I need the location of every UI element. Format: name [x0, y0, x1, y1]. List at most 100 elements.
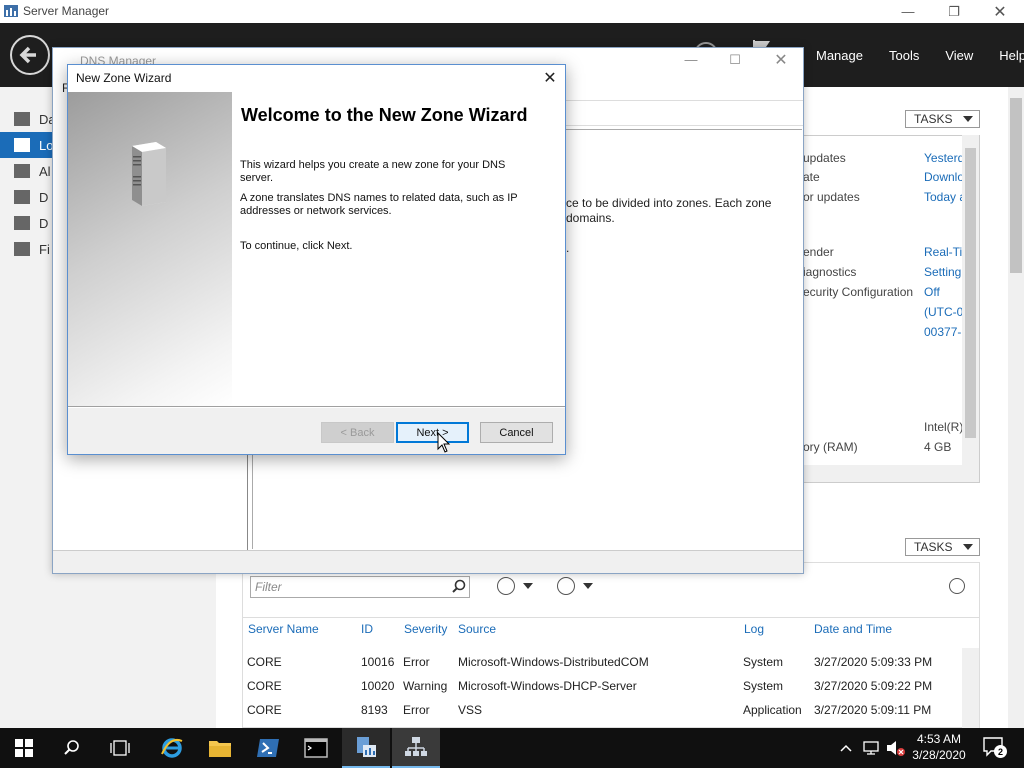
menu-manage[interactable]: Manage: [803, 48, 876, 63]
network-icon[interactable]: [862, 739, 880, 757]
dns-content-text: domains.: [566, 211, 615, 225]
properties-hscrollbar[interactable]: [803, 465, 979, 482]
close-button[interactable]: ✕: [977, 0, 1023, 23]
clock[interactable]: 4:53 AM 3/28/2020: [900, 731, 978, 763]
taskbar-internet-explorer[interactable]: [148, 728, 196, 768]
chevron-down-icon[interactable]: [583, 583, 593, 589]
dhcp-icon: [14, 190, 30, 204]
list-view-icon[interactable]: [497, 577, 515, 595]
taskbar-powershell[interactable]: [244, 728, 292, 768]
properties-scrollbar-thumb[interactable]: [965, 148, 976, 438]
dns-minimize-button[interactable]: —: [668, 48, 714, 71]
dns-content-text: .: [566, 241, 570, 255]
save-query-icon[interactable]: [557, 577, 575, 595]
menu-view[interactable]: View: [932, 48, 986, 63]
main-scrollbar-thumb[interactable]: [1010, 98, 1022, 273]
table-cell[interactable]: CORE: [247, 655, 282, 669]
events-tasks-button[interactable]: TASKS: [905, 538, 980, 556]
folder-icon: [209, 741, 231, 757]
dns-close-button[interactable]: ✕: [758, 48, 804, 71]
search-button[interactable]: [48, 728, 96, 768]
expand-icon[interactable]: [949, 578, 965, 594]
table-cell[interactable]: 3/27/2020 5:09:22 PM: [814, 679, 932, 693]
column-header-severity[interactable]: Severity: [404, 622, 447, 636]
table-cell[interactable]: Microsoft-Windows-DHCP-Server: [458, 679, 637, 693]
table-cell[interactable]: Application: [743, 703, 802, 717]
wizard-title: New Zone Wizard: [76, 71, 172, 85]
table-cell[interactable]: 10020: [361, 679, 394, 693]
minimize-button[interactable]: —: [885, 0, 931, 23]
property-value-link[interactable]: Off: [924, 285, 962, 299]
table-cell[interactable]: Microsoft-Windows-DistributedCOM: [458, 655, 649, 669]
property-label: ender: [803, 245, 834, 259]
table-cell[interactable]: System: [743, 655, 783, 669]
column-header-log[interactable]: Log: [744, 622, 764, 636]
taskbar-file-explorer[interactable]: [196, 728, 244, 768]
clock-date: 3/28/2020: [912, 748, 966, 762]
column-header-source[interactable]: Source: [458, 622, 496, 636]
property-label: or updates: [803, 190, 860, 204]
dns-status-bar: [53, 550, 803, 573]
dns-content-text: ce to be divided into zones. Each zone: [566, 196, 772, 210]
table-cell[interactable]: Error: [403, 655, 430, 669]
table-cell[interactable]: VSS: [458, 703, 482, 717]
filter-input[interactable]: Filter: [250, 576, 470, 598]
taskbar-server-manager[interactable]: [342, 728, 390, 768]
powershell-icon: [257, 739, 279, 757]
chevron-down-icon: [963, 116, 973, 122]
property-value-link[interactable]: Today a: [924, 190, 962, 204]
back-arrow-icon: [19, 46, 36, 64]
wizard-close-button[interactable]: ✕: [536, 65, 564, 90]
property-value-link[interactable]: Downlo: [924, 170, 962, 184]
menu-tools[interactable]: Tools: [876, 48, 932, 63]
property-value: Intel(R): [924, 420, 962, 434]
property-label: ate: [803, 170, 820, 184]
chevron-up-icon[interactable]: [838, 740, 854, 756]
properties-tasks-button[interactable]: TASKS: [905, 110, 980, 128]
action-center-button[interactable]: 2: [982, 736, 1008, 760]
property-value-link[interactable]: (UTC-04: [924, 305, 962, 319]
server-manager-app-icon: [4, 5, 18, 17]
table-cell[interactable]: System: [743, 679, 783, 693]
table-cell[interactable]: 3/27/2020 5:09:11 PM: [814, 703, 931, 717]
table-cell[interactable]: CORE: [247, 703, 282, 717]
chevron-down-icon[interactable]: [523, 583, 533, 589]
column-header-server-name[interactable]: Server Name: [248, 622, 319, 636]
table-cell[interactable]: 10016: [361, 655, 394, 669]
table-cell[interactable]: Error: [403, 703, 430, 717]
task-view-button[interactable]: [96, 728, 144, 768]
property-value: 4 GB: [924, 440, 952, 454]
wizard-heading: Welcome to the New Zone Wizard: [241, 105, 528, 125]
dns-maximize-button[interactable]: ☐: [712, 48, 758, 71]
window-title: Server Manager: [23, 4, 110, 18]
property-value-link[interactable]: Real-Ti: [924, 245, 962, 259]
taskbar-command-prompt[interactable]: [292, 728, 340, 768]
events-scrollbar[interactable]: [962, 648, 979, 728]
menu-help[interactable]: Help: [986, 48, 1024, 63]
clock-time: 4:53 AM: [916, 732, 962, 746]
server-manager-icon: [357, 737, 376, 757]
next-button[interactable]: Next >: [396, 422, 469, 443]
property-value-link[interactable]: Yesterd: [924, 151, 962, 165]
windows-logo-icon: [15, 739, 33, 757]
table-cell[interactable]: CORE: [247, 679, 282, 693]
property-value-link[interactable]: 00377-: [924, 325, 962, 339]
wizard-paragraph: This wizard helps you create a new zone …: [240, 159, 506, 184]
back-button[interactable]: [10, 35, 50, 75]
chevron-down-icon: [963, 544, 973, 550]
start-button[interactable]: [0, 728, 48, 768]
wizard-separator: [68, 406, 565, 408]
column-header-date-time[interactable]: Date and Time: [814, 622, 892, 636]
property-label: ory (RAM): [803, 440, 858, 454]
table-cell[interactable]: Warning: [403, 679, 447, 693]
restore-button[interactable]: ❐: [931, 0, 977, 23]
table-cell[interactable]: 3/27/2020 5:09:33 PM: [814, 655, 932, 669]
search-icon[interactable]: [451, 579, 467, 595]
property-label: ecurity Configuration: [803, 285, 914, 299]
table-cell[interactable]: 8193: [361, 703, 388, 717]
back-button[interactable]: < Back: [321, 422, 394, 443]
column-header-id[interactable]: ID: [361, 622, 373, 636]
cancel-button[interactable]: Cancel: [480, 422, 553, 443]
taskbar-dns-manager[interactable]: [392, 728, 440, 768]
property-value-link[interactable]: Setting: [924, 265, 962, 279]
